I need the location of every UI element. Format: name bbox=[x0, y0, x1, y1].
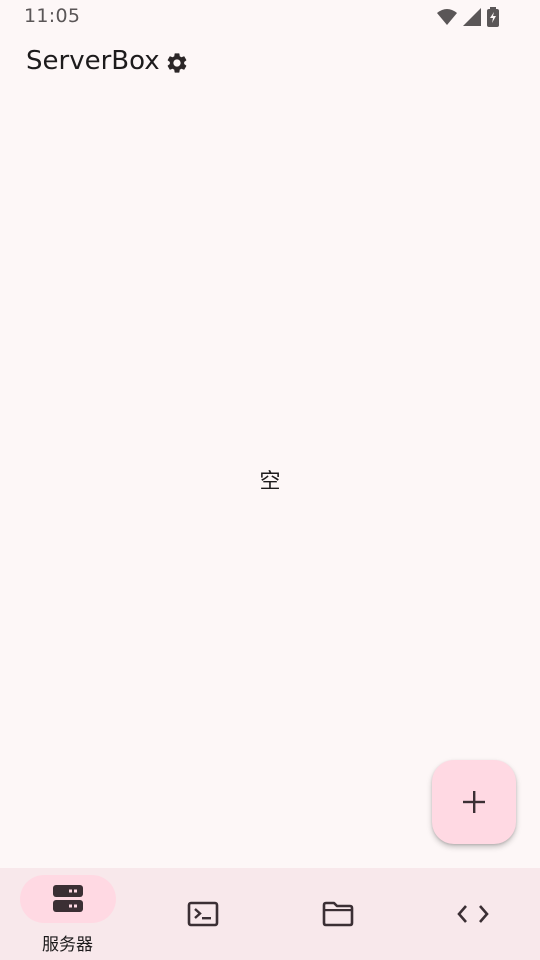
app-screen: 11:05 ServerBox 空 服务器 bbox=[0, 0, 540, 960]
app-title: ServerBox bbox=[26, 46, 160, 76]
code-icon bbox=[405, 903, 540, 925]
folder-icon bbox=[270, 901, 405, 927]
terminal-icon bbox=[135, 901, 270, 927]
wifi-icon bbox=[436, 7, 458, 27]
status-bar: 11:05 bbox=[0, 0, 540, 34]
cellular-signal-icon bbox=[462, 7, 482, 27]
gear-icon bbox=[165, 51, 189, 75]
status-time: 11:05 bbox=[24, 5, 81, 27]
app-bar: ServerBox bbox=[0, 38, 540, 86]
nav-item-servers[interactable]: 服务器 bbox=[0, 868, 135, 960]
plus-icon bbox=[461, 789, 487, 815]
nav-label-servers: 服务器 bbox=[42, 935, 93, 955]
nav-item-files[interactable] bbox=[270, 868, 405, 960]
server-icon bbox=[0, 884, 135, 914]
bottom-navigation: 服务器 bbox=[0, 868, 540, 960]
battery-charging-icon bbox=[486, 7, 500, 27]
add-server-button[interactable] bbox=[432, 760, 516, 844]
status-icons bbox=[436, 7, 500, 27]
nav-item-terminal[interactable] bbox=[135, 868, 270, 960]
settings-button[interactable] bbox=[163, 49, 191, 77]
empty-state-text: 空 bbox=[259, 469, 281, 493]
nav-item-snippets[interactable] bbox=[405, 868, 540, 960]
